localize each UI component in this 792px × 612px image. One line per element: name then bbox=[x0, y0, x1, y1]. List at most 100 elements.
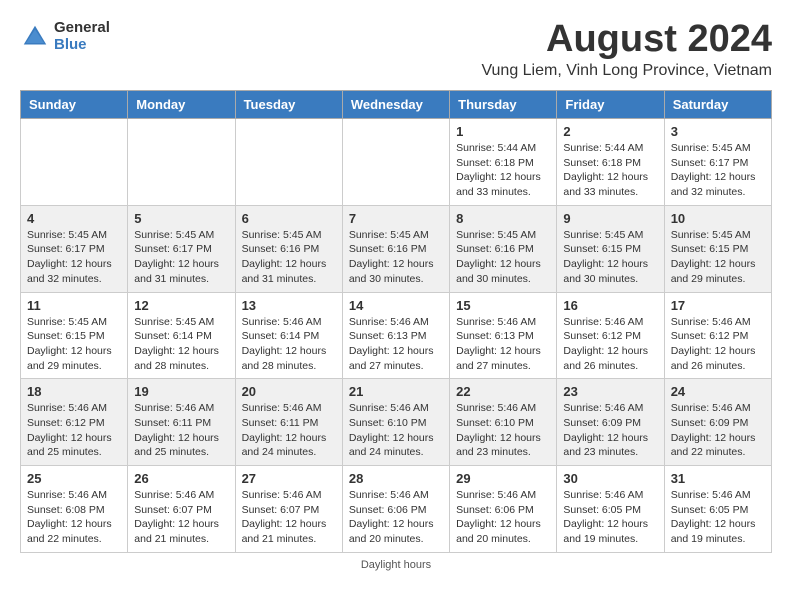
header-tuesday: Tuesday bbox=[235, 91, 342, 119]
day-number: 21 bbox=[349, 384, 443, 399]
week-row-4: 18 Sunrise: 5:46 AMSunset: 6:12 PMDayligh… bbox=[21, 379, 772, 466]
day-number: 28 bbox=[349, 471, 443, 486]
calendar-header: SundayMondayTuesdayWednesdayThursdayFrid… bbox=[21, 91, 772, 119]
calendar-cell: 23Sunrise: 5:46 AMSunset: 6:09 PMDayligh… bbox=[557, 379, 664, 466]
day-info: Sunrise: 5:46 AMSunset: 6:12 PMDaylight:… bbox=[671, 315, 765, 374]
calendar-cell: 11 Sunrise: 5:45 AMSunset: 6:15 PMDayligh… bbox=[21, 292, 128, 379]
calendar-cell: 30 Sunrise: 5:46 AMSunset: 6:05 PMDayligh… bbox=[557, 466, 664, 553]
day-number: 15 bbox=[456, 298, 550, 313]
logo-text: General Blue bbox=[54, 20, 110, 53]
day-number: 3 bbox=[671, 124, 765, 139]
month-year-title: August 2024 bbox=[481, 20, 772, 58]
calendar-cell: 8Sunrise: 5:45 AMSunset: 6:16 PMDaylight… bbox=[450, 205, 557, 292]
day-info: Sunrise: 5:45 AMSunset: 6:15 PMDaylight:… bbox=[27, 315, 121, 374]
calendar-cell: 25 Sunrise: 5:46 AMSunset: 6:08 PMDayligh… bbox=[21, 466, 128, 553]
day-number: 12 bbox=[134, 298, 228, 313]
header-row: SundayMondayTuesdayWednesdayThursdayFrid… bbox=[21, 91, 772, 119]
day-info: Sunrise: 5:46 AMSunset: 6:09 PMDaylight:… bbox=[671, 401, 765, 460]
day-number: 19 bbox=[134, 384, 228, 399]
day-info: Sunrise: 5:46 AMSunset: 6:05 PMDaylight:… bbox=[563, 488, 657, 547]
day-info: Sunrise: 5:46 AMSunset: 6:14 PMDaylight:… bbox=[242, 315, 336, 374]
calendar-cell: 6 Sunrise: 5:45 AMSunset: 6:16 PMDaylight… bbox=[235, 205, 342, 292]
calendar-cell: 31 Sunrise: 5:46 AMSunset: 6:05 PMDayligh… bbox=[664, 466, 771, 553]
logo-general-text: General bbox=[54, 20, 110, 37]
footer-note: Daylight hours bbox=[20, 559, 772, 571]
day-info: Sunrise: 5:46 AMSunset: 6:12 PMDaylight:… bbox=[563, 315, 657, 374]
calendar-cell: 24 Sunrise: 5:46 AMSunset: 6:09 PMDayligh… bbox=[664, 379, 771, 466]
day-info: Sunrise: 5:46 AMSunset: 6:13 PMDaylight:… bbox=[456, 315, 550, 374]
calendar-cell: 4 Sunrise: 5:45 AMSunset: 6:17 PMDaylight… bbox=[21, 205, 128, 292]
calendar-cell: 3 Sunrise: 5:45 AMSunset: 6:17 PMDaylight… bbox=[664, 119, 771, 206]
day-number: 31 bbox=[671, 471, 765, 486]
day-info: Sunrise: 5:46 AMSunset: 6:05 PMDaylight:… bbox=[671, 488, 765, 547]
day-number: 7 bbox=[349, 211, 443, 226]
day-number: 20 bbox=[242, 384, 336, 399]
day-number: 25 bbox=[27, 471, 121, 486]
day-number: 9 bbox=[563, 211, 657, 226]
calendar-cell: 10Sunrise: 5:45 AMSunset: 6:15 PMDayligh… bbox=[664, 205, 771, 292]
calendar-cell: 18 Sunrise: 5:46 AMSunset: 6:12 PMDayligh… bbox=[21, 379, 128, 466]
day-info: Sunrise: 5:46 AMSunset: 6:07 PMDaylight:… bbox=[242, 488, 336, 547]
calendar-cell: 20 Sunrise: 5:46 AMSunset: 6:11 PMDayligh… bbox=[235, 379, 342, 466]
calendar-cell: 1 Sunrise: 5:44 AMSunset: 6:18 PMDaylight… bbox=[450, 119, 557, 206]
location-subtitle: Vung Liem, Vinh Long Province, Vietnam bbox=[481, 62, 772, 80]
week-row-2: 4 Sunrise: 5:45 AMSunset: 6:17 PMDaylight… bbox=[21, 205, 772, 292]
day-number: 26 bbox=[134, 471, 228, 486]
calendar-cell: 26 Sunrise: 5:46 AMSunset: 6:07 PMDayligh… bbox=[128, 466, 235, 553]
day-number: 1 bbox=[456, 124, 550, 139]
logo-icon bbox=[20, 22, 50, 52]
calendar-cell: 14Sunrise: 5:46 AMSunset: 6:13 PMDayligh… bbox=[342, 292, 449, 379]
day-info: Sunrise: 5:46 AMSunset: 6:10 PMDaylight:… bbox=[456, 401, 550, 460]
header-thursday: Thursday bbox=[450, 91, 557, 119]
day-number: 4 bbox=[27, 211, 121, 226]
header-friday: Friday bbox=[557, 91, 664, 119]
calendar-cell: 17 Sunrise: 5:46 AMSunset: 6:12 PMDayligh… bbox=[664, 292, 771, 379]
day-number: 17 bbox=[671, 298, 765, 313]
day-number: 18 bbox=[27, 384, 121, 399]
day-info: Sunrise: 5:46 AMSunset: 6:11 PMDaylight:… bbox=[242, 401, 336, 460]
calendar-cell: 16 Sunrise: 5:46 AMSunset: 6:12 PMDayligh… bbox=[557, 292, 664, 379]
calendar-cell: 27Sunrise: 5:46 AMSunset: 6:07 PMDayligh… bbox=[235, 466, 342, 553]
day-info: Sunrise: 5:46 AMSunset: 6:07 PMDaylight:… bbox=[134, 488, 228, 547]
calendar-cell: 13 Sunrise: 5:46 AMSunset: 6:14 PMDayligh… bbox=[235, 292, 342, 379]
day-info: Sunrise: 5:45 AMSunset: 6:14 PMDaylight:… bbox=[134, 315, 228, 374]
day-number: 6 bbox=[242, 211, 336, 226]
logo: General Blue bbox=[20, 20, 110, 53]
day-info: Sunrise: 5:46 AMSunset: 6:06 PMDaylight:… bbox=[349, 488, 443, 547]
week-row-3: 11 Sunrise: 5:45 AMSunset: 6:15 PMDayligh… bbox=[21, 292, 772, 379]
day-info: Sunrise: 5:45 AMSunset: 6:16 PMDaylight:… bbox=[242, 228, 336, 287]
page-header: General Blue August 2024 Vung Liem, Vinh… bbox=[20, 20, 772, 80]
week-row-1: 1 Sunrise: 5:44 AMSunset: 6:18 PMDaylight… bbox=[21, 119, 772, 206]
day-info: Sunrise: 5:46 AMSunset: 6:12 PMDaylight:… bbox=[27, 401, 121, 460]
calendar-cell: 2Sunrise: 5:44 AMSunset: 6:18 PMDaylight… bbox=[557, 119, 664, 206]
day-info: Sunrise: 5:45 AMSunset: 6:17 PMDaylight:… bbox=[671, 141, 765, 200]
calendar-cell: 5Sunrise: 5:45 AMSunset: 6:17 PMDaylight… bbox=[128, 205, 235, 292]
day-number: 11 bbox=[27, 298, 121, 313]
day-number: 16 bbox=[563, 298, 657, 313]
calendar-table: SundayMondayTuesdayWednesdayThursdayFrid… bbox=[20, 90, 772, 553]
day-number: 30 bbox=[563, 471, 657, 486]
day-number: 24 bbox=[671, 384, 765, 399]
header-saturday: Saturday bbox=[664, 91, 771, 119]
calendar-cell bbox=[21, 119, 128, 206]
day-info: Sunrise: 5:45 AMSunset: 6:15 PMDaylight:… bbox=[563, 228, 657, 287]
day-info: Sunrise: 5:46 AMSunset: 6:08 PMDaylight:… bbox=[27, 488, 121, 547]
calendar-cell: 28 Sunrise: 5:46 AMSunset: 6:06 PMDayligh… bbox=[342, 466, 449, 553]
day-number: 23 bbox=[563, 384, 657, 399]
day-info: Sunrise: 5:45 AMSunset: 6:17 PMDaylight:… bbox=[27, 228, 121, 287]
day-info: Sunrise: 5:45 AMSunset: 6:16 PMDaylight:… bbox=[349, 228, 443, 287]
calendar-cell: 21 Sunrise: 5:46 AMSunset: 6:10 PMDayligh… bbox=[342, 379, 449, 466]
calendar-cell: 12 Sunrise: 5:45 AMSunset: 6:14 PMDayligh… bbox=[128, 292, 235, 379]
header-wednesday: Wednesday bbox=[342, 91, 449, 119]
day-info: Sunrise: 5:46 AMSunset: 6:13 PMDaylight:… bbox=[349, 315, 443, 374]
calendar-body: 1 Sunrise: 5:44 AMSunset: 6:18 PMDaylight… bbox=[21, 119, 772, 553]
calendar-cell: 22Sunrise: 5:46 AMSunset: 6:10 PMDayligh… bbox=[450, 379, 557, 466]
day-number: 13 bbox=[242, 298, 336, 313]
logo-blue-text: Blue bbox=[54, 37, 110, 54]
day-info: Sunrise: 5:46 AMSunset: 6:06 PMDaylight:… bbox=[456, 488, 550, 547]
header-monday: Monday bbox=[128, 91, 235, 119]
day-info: Sunrise: 5:44 AMSunset: 6:18 PMDaylight:… bbox=[456, 141, 550, 200]
day-info: Sunrise: 5:46 AMSunset: 6:11 PMDaylight:… bbox=[134, 401, 228, 460]
day-info: Sunrise: 5:46 AMSunset: 6:10 PMDaylight:… bbox=[349, 401, 443, 460]
day-info: Sunrise: 5:44 AMSunset: 6:18 PMDaylight:… bbox=[563, 141, 657, 200]
